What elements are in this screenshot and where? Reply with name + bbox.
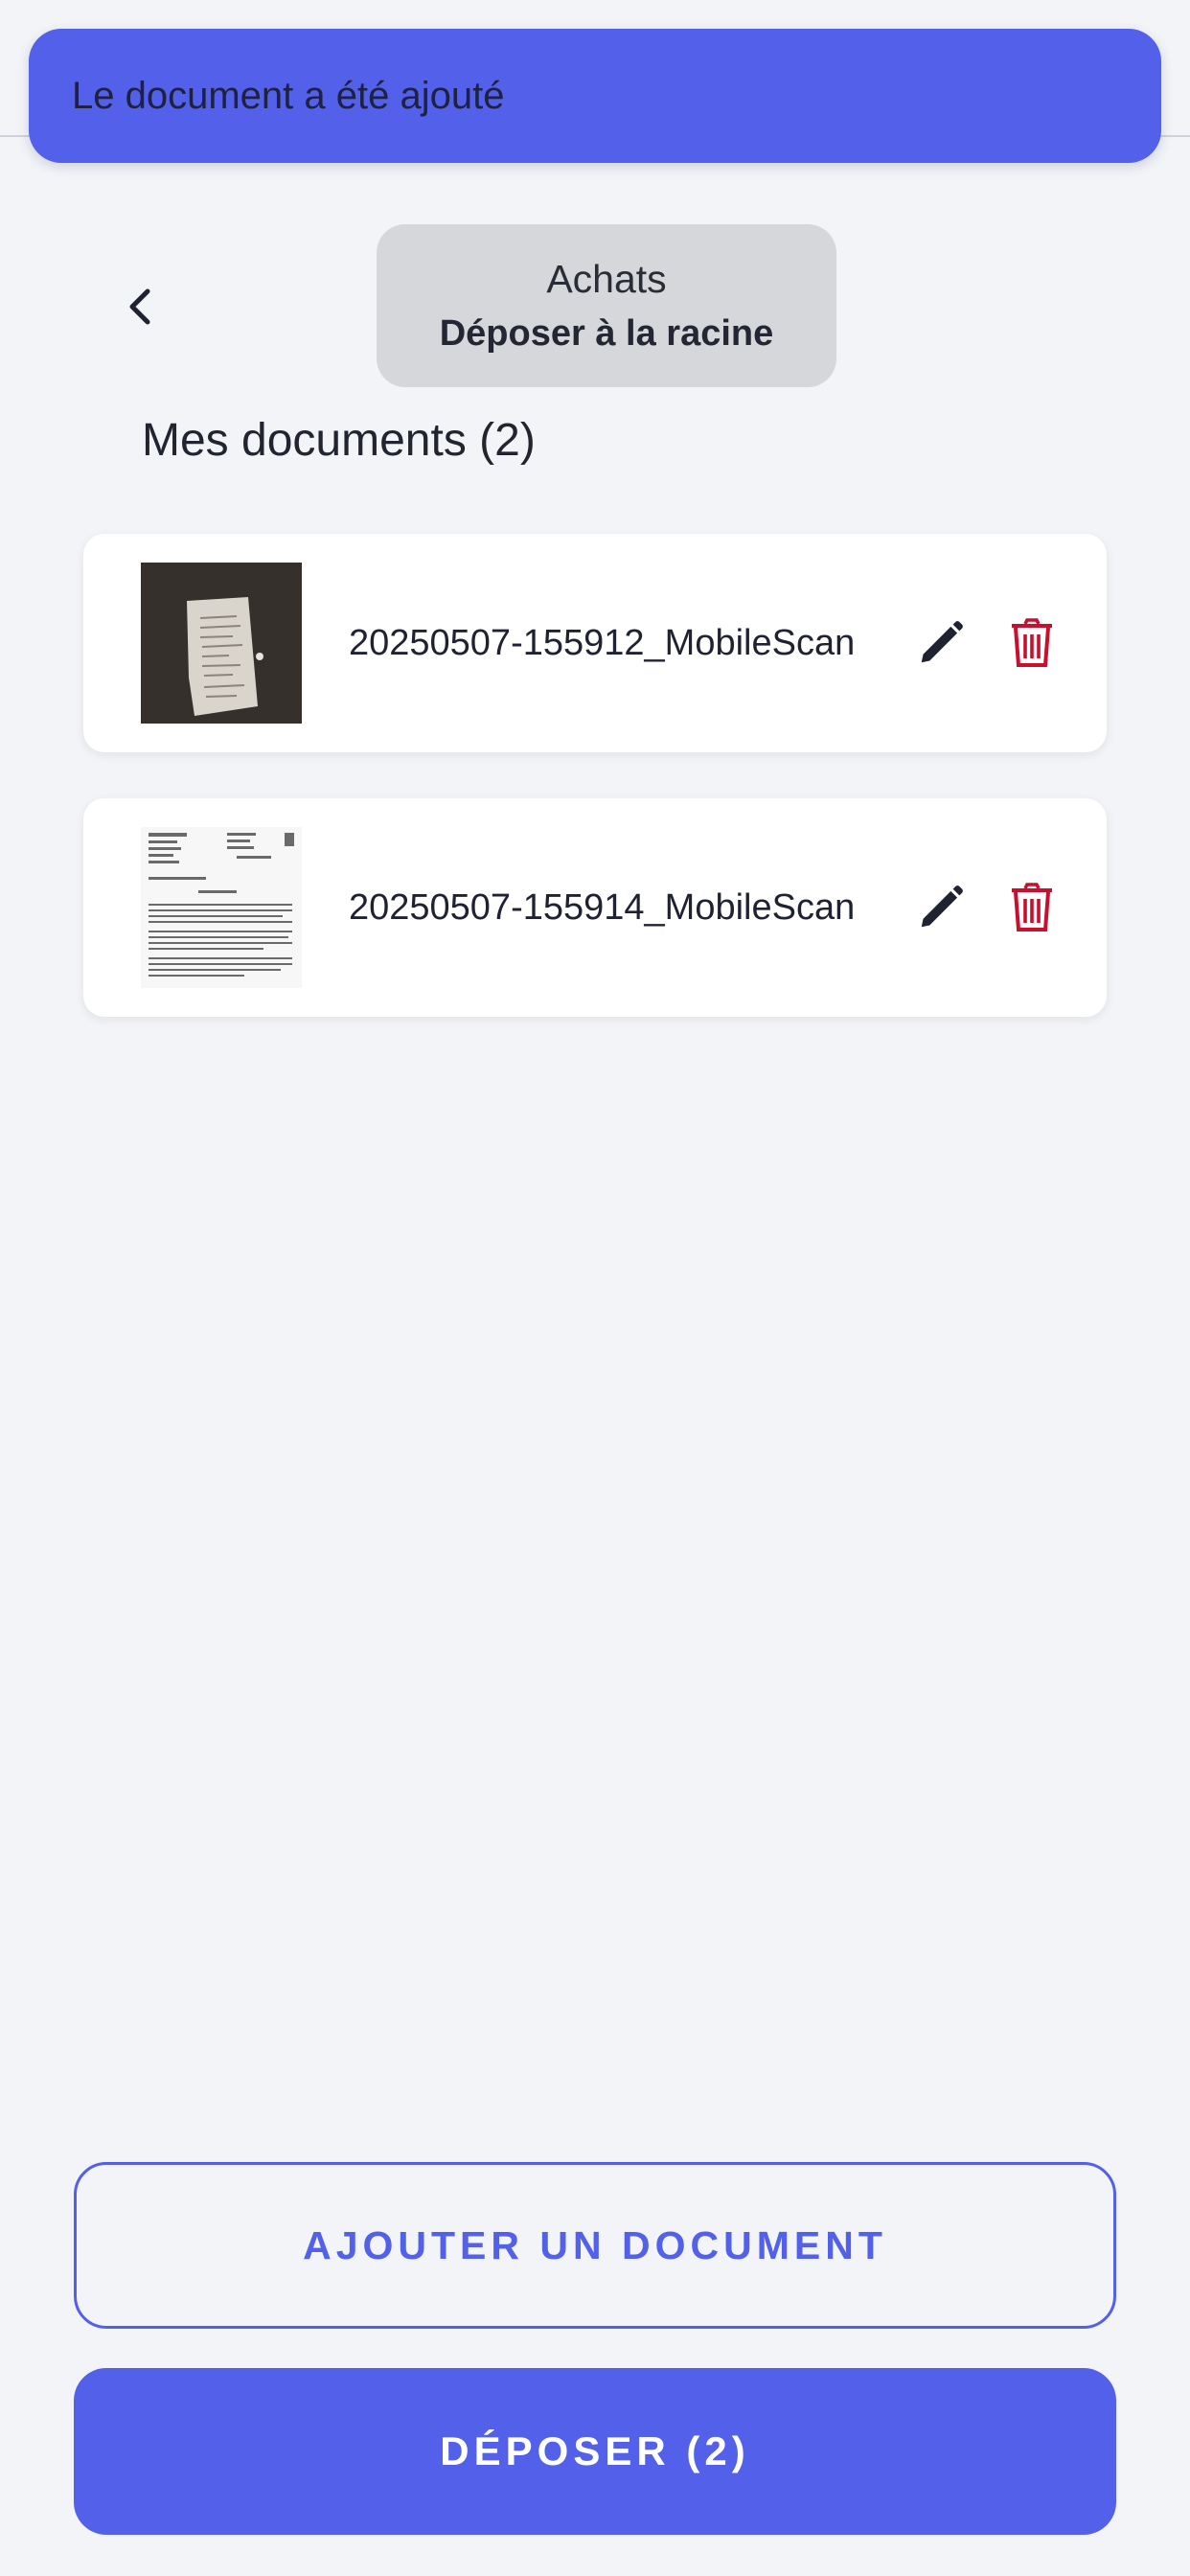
trash-icon — [1012, 883, 1052, 932]
document-name: 20250507-155914_MobileScan — [349, 886, 856, 928]
document-thumbnail[interactable] — [141, 563, 302, 724]
folder-action: Déposer à la racine — [439, 313, 774, 354]
back-button[interactable] — [105, 273, 172, 340]
document-name: 20250507-155912_MobileScan — [349, 622, 856, 663]
pencil-icon — [921, 886, 963, 928]
folder-name: Achats — [546, 257, 667, 301]
document-thumbnail[interactable] — [141, 827, 302, 988]
submit-documents-button[interactable]: DÉPOSER (2) — [74, 2368, 1116, 2535]
document-card: 20250507-155912_MobileScan — [83, 534, 1107, 752]
toast-notification: Le document a été ajouté — [29, 29, 1161, 163]
pencil-icon — [921, 621, 963, 663]
upload-screen: Le document a été ajouté Achats Déposer … — [0, 0, 1190, 2576]
delete-document-button[interactable] — [994, 605, 1070, 681]
document-card: 20250507-155914_MobileScan — [83, 798, 1107, 1017]
add-document-button[interactable]: AJOUTER UN DOCUMENT — [74, 2162, 1116, 2329]
edit-document-button[interactable] — [903, 605, 979, 681]
delete-document-button[interactable] — [994, 869, 1070, 946]
documents-section-title: Mes documents (2) — [142, 415, 536, 466]
destination-folder-selector[interactable]: Achats Déposer à la racine — [377, 224, 836, 387]
toast-message: Le document a été ajouté — [72, 74, 505, 117]
chevron-left-icon — [129, 288, 150, 325]
edit-document-button[interactable] — [903, 869, 979, 946]
trash-icon — [1012, 618, 1052, 667]
